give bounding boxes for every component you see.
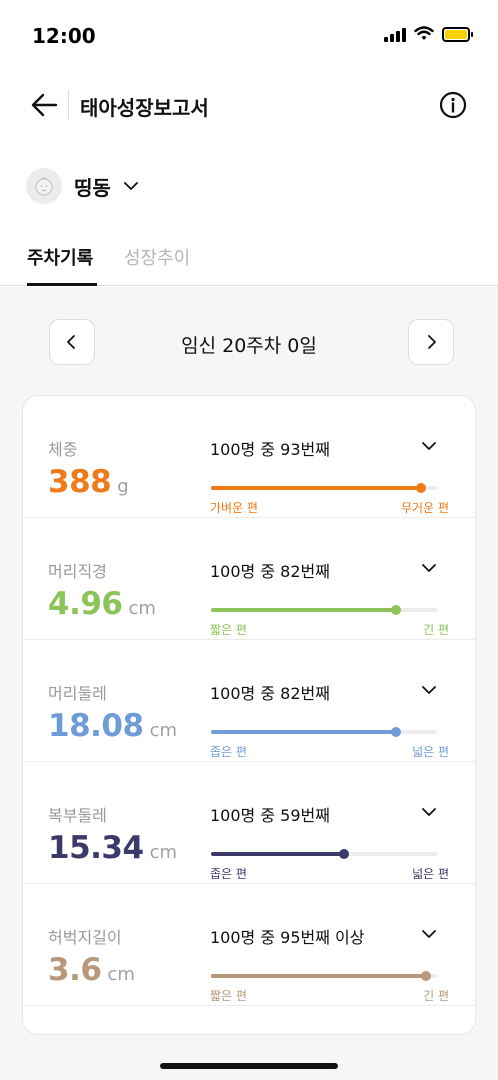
percentile-marker xyxy=(420,971,431,981)
chevron-right-icon xyxy=(428,335,436,349)
metric-row[interactable]: 허벅지길이 3.6 cm 100명 중 95번째 이상 짧은 편 긴 편 xyxy=(23,884,475,1006)
metric-unit: g xyxy=(117,476,129,497)
percentile-marker xyxy=(391,727,402,737)
percentile-bar xyxy=(211,483,437,493)
metric-label: 머리직경 xyxy=(48,562,107,581)
metric-value: 4.96 cm xyxy=(48,586,156,622)
percentile-marker xyxy=(391,605,402,615)
main-content: 임신 20주차 0일 체중 388 g 100명 중 93번째 가벼운 편 무거… xyxy=(0,287,498,1080)
chevron-down-icon[interactable] xyxy=(421,438,437,454)
chevron-down-icon[interactable] xyxy=(421,926,437,942)
percentile-bar xyxy=(211,971,437,981)
percentile-marker xyxy=(416,483,427,493)
avatar xyxy=(26,168,62,204)
signal-icon xyxy=(384,26,406,42)
nav-divider xyxy=(68,90,69,120)
metric-unit: cm xyxy=(128,598,156,619)
info-button[interactable] xyxy=(438,90,468,120)
percentile-bar xyxy=(211,727,437,737)
tab-growth-trend[interactable]: 성장추이 xyxy=(124,244,190,270)
chevron-down-icon[interactable] xyxy=(421,682,437,698)
metric-row[interactable]: 복부둘레 15.34 cm 100명 중 59번째 좁은 편 넓은 편 xyxy=(23,762,475,884)
status-time: 12:00 xyxy=(32,24,96,48)
info-icon xyxy=(439,91,467,119)
metric-number: 388 xyxy=(48,464,112,500)
percentile-bar xyxy=(211,605,437,615)
metric-label: 복부둘레 xyxy=(48,806,107,825)
nav-bar: 태아성장보고서 xyxy=(0,76,498,134)
percentile-bar-fill xyxy=(211,852,345,856)
metric-number: 18.08 xyxy=(48,708,144,744)
range-high-label: 넓은 편 xyxy=(412,867,449,881)
metric-number: 3.6 xyxy=(48,952,102,988)
percentile-bar-fill xyxy=(211,608,397,612)
metric-label: 머리둘레 xyxy=(48,684,107,703)
range-low-label: 좁은 편 xyxy=(210,867,247,881)
percentile-marker xyxy=(339,849,350,859)
next-week-button[interactable] xyxy=(408,319,454,365)
tab-active-indicator xyxy=(27,283,97,286)
status-bar: 12:00 xyxy=(0,0,498,72)
metric-row[interactable]: 체중 388 g 100명 중 93번째 가벼운 편 무거운 편 xyxy=(23,396,475,518)
baby-face-icon xyxy=(35,177,53,196)
home-indicator xyxy=(160,1063,338,1069)
metric-row[interactable]: 머리둘레 18.08 cm 100명 중 82번째 좁은 편 넓은 편 xyxy=(23,640,475,762)
range-low-label: 가벼운 편 xyxy=(210,501,258,515)
wifi-icon xyxy=(414,26,434,40)
metric-unit: cm xyxy=(149,842,177,863)
metric-value: 388 g xyxy=(48,464,129,500)
metric-unit: cm xyxy=(149,720,177,741)
range-high-label: 넓은 편 xyxy=(412,745,449,759)
metric-rank: 100명 중 93번째 xyxy=(210,440,330,459)
chevron-down-icon[interactable] xyxy=(421,804,437,820)
metric-unit: cm xyxy=(107,964,135,985)
metric-row[interactable]: 머리직경 4.96 cm 100명 중 82번째 짧은 편 긴 편 xyxy=(23,518,475,640)
range-low-label: 짧은 편 xyxy=(210,989,247,1003)
metric-rank: 100명 중 82번째 xyxy=(210,562,330,581)
chevron-down-icon[interactable] xyxy=(421,560,437,576)
page-title: 태아성장보고서 xyxy=(80,96,209,120)
metric-label: 허벅지길이 xyxy=(48,928,122,947)
range-low-label: 짧은 편 xyxy=(210,623,247,637)
metric-value: 3.6 cm xyxy=(48,952,135,988)
arrow-left-icon xyxy=(31,93,58,117)
percentile-bar-fill xyxy=(211,974,426,978)
range-high-label: 긴 편 xyxy=(423,989,449,1003)
metric-label: 체중 xyxy=(48,440,78,459)
battery-icon xyxy=(442,26,473,42)
metric-value: 18.08 cm xyxy=(48,708,177,744)
percentile-bar xyxy=(211,849,437,859)
tab-bar: 주차기록 성장추이 xyxy=(0,236,498,286)
metric-rank: 100명 중 82번째 xyxy=(210,684,330,703)
range-high-label: 무거운 편 xyxy=(401,501,449,515)
metric-number: 4.96 xyxy=(48,586,123,622)
tab-weekly-record[interactable]: 주차기록 xyxy=(27,244,93,270)
range-low-label: 좁은 편 xyxy=(210,745,247,759)
percentile-bar-fill xyxy=(211,730,397,734)
metric-number: 15.34 xyxy=(48,830,144,866)
percentile-bar-fill xyxy=(211,486,422,490)
status-icons xyxy=(384,26,473,42)
metric-rank: 100명 중 59번째 xyxy=(210,806,330,825)
back-button[interactable] xyxy=(28,88,62,122)
growth-metrics-card: 체중 388 g 100명 중 93번째 가벼운 편 무거운 편 머리직경 4.… xyxy=(22,395,476,1035)
profile-name: 띵동 xyxy=(74,175,111,200)
range-high-label: 긴 편 xyxy=(423,623,449,637)
metric-rank: 100명 중 95번째 이상 xyxy=(210,928,365,947)
profile-selector[interactable]: 띵동 xyxy=(26,166,139,206)
metric-value: 15.34 cm xyxy=(48,830,177,866)
chevron-down-icon xyxy=(123,182,138,190)
